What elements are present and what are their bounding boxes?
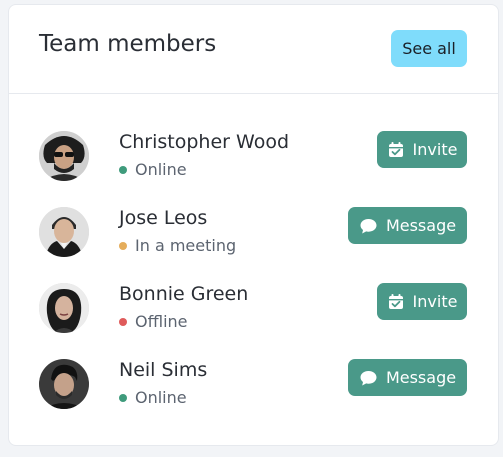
status-label: In a meeting (135, 236, 237, 255)
chat-bubble-icon (359, 369, 378, 387)
invite-label: Invite (412, 140, 458, 159)
status-label: Online (135, 388, 187, 407)
avatar (39, 131, 89, 181)
member-status: In a meeting (119, 236, 236, 255)
calendar-check-icon (387, 141, 405, 159)
invite-label: Invite (412, 292, 458, 311)
member-status: Online (119, 160, 187, 179)
message-button[interactable]: Message (348, 359, 467, 396)
member-status: Offline (119, 312, 188, 331)
member-status: Online (119, 388, 187, 407)
see-all-button[interactable]: See all (391, 30, 467, 67)
message-label: Message (385, 216, 457, 235)
member-row: Bonnie Green Offline Invite (9, 283, 498, 343)
status-dot (119, 393, 127, 402)
status-label: Offline (135, 312, 188, 331)
member-name: Jose Leos (119, 207, 208, 229)
card-title: Team members (39, 31, 217, 57)
avatar (39, 283, 89, 333)
status-dot (119, 241, 127, 250)
member-row: Jose Leos In a meeting Message (9, 207, 498, 267)
invite-button[interactable]: Invite (377, 131, 467, 168)
invite-button[interactable]: Invite (377, 283, 467, 320)
status-label: Online (135, 160, 187, 179)
member-name: Christopher Wood (119, 131, 289, 153)
chat-bubble-icon (359, 217, 378, 235)
member-row: Christopher Wood Online Invite (9, 131, 498, 191)
member-name: Bonnie Green (119, 283, 249, 305)
avatar (39, 207, 89, 257)
calendar-check-icon (387, 293, 405, 311)
member-row: Neil Sims Online Message (9, 359, 498, 419)
avatar (39, 359, 89, 409)
status-dot (119, 317, 127, 326)
card-header: Team members See all (9, 5, 498, 94)
member-name: Neil Sims (119, 359, 208, 381)
message-label: Message (385, 368, 457, 387)
message-button[interactable]: Message (348, 207, 467, 244)
status-dot (119, 165, 127, 174)
team-members-card: Team members See all Christopher Wood On… (8, 4, 499, 446)
